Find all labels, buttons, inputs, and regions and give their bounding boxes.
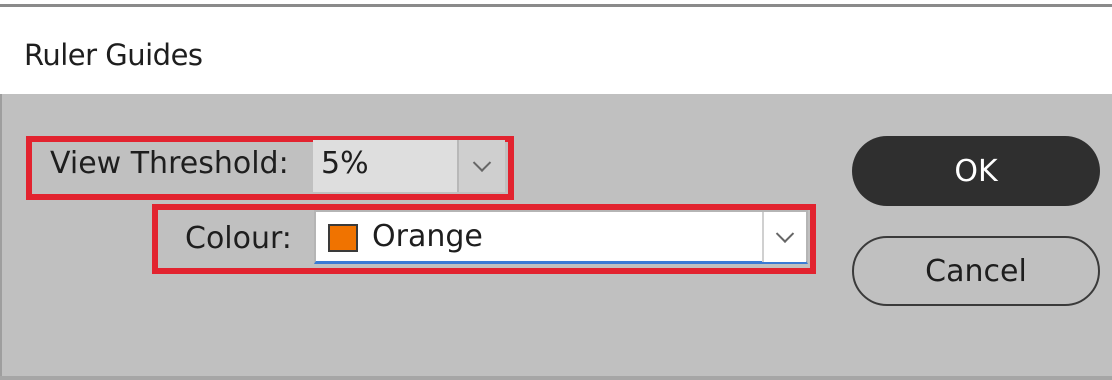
colour-label: Colour: [185, 221, 292, 256]
window-bottom-border [0, 376, 1112, 380]
colour-value: Orange [372, 219, 483, 254]
dialog-title-bar: Ruler Guides [0, 10, 1112, 94]
view-threshold-dropdown[interactable]: 5% [313, 140, 505, 192]
cancel-button[interactable]: Cancel [852, 236, 1100, 306]
view-threshold-dropdown-button[interactable] [457, 140, 505, 192]
view-threshold-label: View Threshold: [50, 146, 289, 181]
chevron-down-icon [472, 153, 492, 172]
colour-swatch [328, 224, 358, 252]
colour-dropdown[interactable]: Orange [314, 210, 808, 264]
window-top-border [0, 0, 1112, 7]
colour-dropdown-button[interactable] [762, 212, 806, 262]
chevron-down-icon [775, 224, 795, 243]
dialog-title: Ruler Guides [24, 38, 203, 72]
ruler-guides-dialog: Ruler Guides View Threshold: 5% Colour: … [0, 0, 1112, 380]
ok-button[interactable]: OK [852, 136, 1100, 206]
view-threshold-value: 5% [321, 146, 369, 181]
